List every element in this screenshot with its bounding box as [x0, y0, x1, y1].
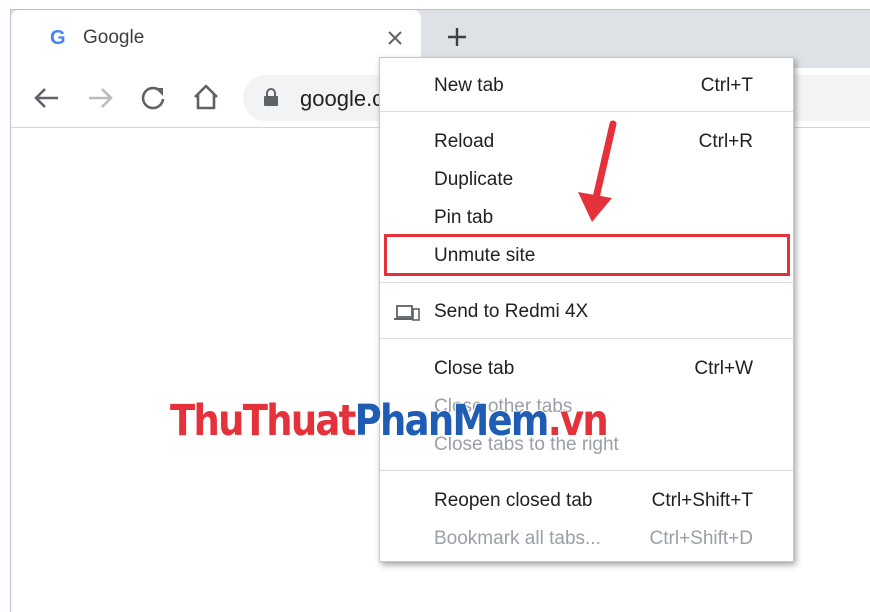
menu-item-label: Close tab [434, 358, 515, 379]
omnibox-url-text: google.c [300, 86, 384, 111]
menu-item-label: Duplicate [434, 169, 514, 190]
home-icon[interactable] [191, 82, 221, 112]
menu-item-new-tab[interactable]: New tab Ctrl+T [380, 69, 793, 103]
menu-item-label: New tab [434, 75, 504, 96]
menu-separator [380, 282, 793, 283]
tab-title: Google [83, 27, 145, 48]
watermark-part3: .vn [547, 396, 609, 446]
watermark-part2: PhanMem [354, 396, 550, 446]
menu-item-shortcut: Ctrl+Shift+D [649, 528, 753, 549]
menu-item-label: Reload [434, 131, 495, 152]
unmute-highlight-box [384, 234, 790, 276]
menu-item-send-to-device[interactable]: Send to Redmi 4X [380, 295, 793, 329]
svg-text:G: G [50, 27, 66, 48]
menu-item-close-tab[interactable]: Close tab Ctrl+W [380, 352, 793, 386]
new-tab-icon[interactable] [446, 26, 468, 48]
menu-separator [380, 470, 793, 471]
back-arrow-icon[interactable] [32, 83, 62, 113]
menu-item-label: Reopen closed tab [434, 490, 593, 511]
menu-separator [380, 111, 793, 112]
google-g-icon: G [50, 27, 66, 48]
menu-item-shortcut: Ctrl+W [694, 358, 753, 379]
menu-item-shortcut: Ctrl+R [698, 131, 753, 152]
close-icon[interactable] [385, 28, 405, 48]
menu-item-label: Bookmark all tabs... [434, 528, 601, 549]
menu-item-shortcut: Ctrl+Shift+T [651, 490, 753, 511]
menu-item-label: Pin tab [434, 207, 494, 228]
watermark-part1: ThuThuat [170, 396, 356, 446]
menu-item-bookmark-all-tabs: Bookmark all tabs... Ctrl+Shift+D [380, 522, 793, 556]
menu-separator [380, 338, 793, 339]
menu-item-label: Send to Redmi 4X [434, 301, 589, 322]
forward-arrow-icon[interactable] [85, 83, 115, 113]
lock-icon [264, 88, 278, 106]
menu-item-shortcut: Ctrl+T [700, 75, 753, 96]
watermark-logo: ThuThuatPhanMem.vn [170, 396, 609, 446]
devices-icon [394, 305, 420, 321]
reload-icon[interactable] [138, 83, 168, 113]
menu-item-reopen-closed-tab[interactable]: Reopen closed tab Ctrl+Shift+T [380, 484, 793, 518]
tab-google[interactable]: G Google [11, 10, 421, 68]
annotation-arrow-icon [578, 120, 617, 222]
